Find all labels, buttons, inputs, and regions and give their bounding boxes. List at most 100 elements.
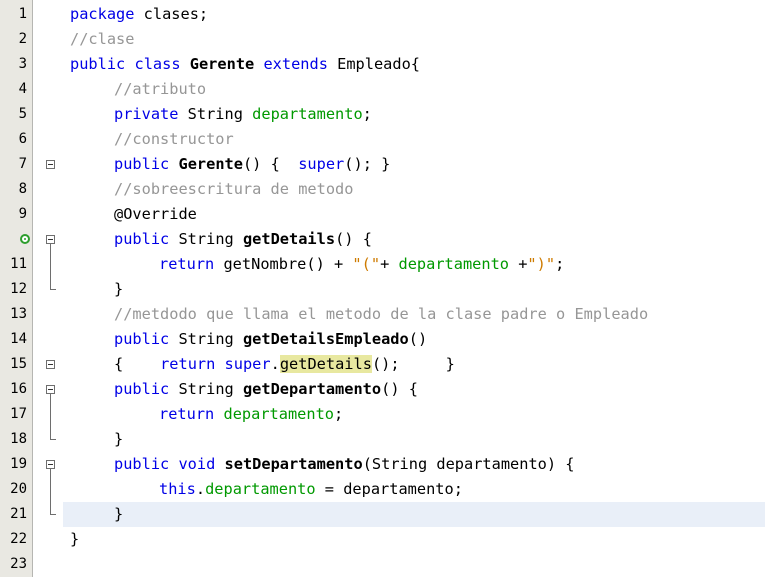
code-token: clases;	[134, 5, 209, 23]
code-line-11: return getNombre() + "("+ departamento +…	[63, 252, 765, 277]
code-token: +	[509, 255, 528, 273]
code-token: .	[270, 355, 280, 373]
fold-end-marker	[50, 439, 56, 440]
comment-token: //sobreescritura de metodo	[114, 180, 354, 198]
code-token: ;	[362, 105, 372, 123]
code-token: = departamento;	[315, 480, 463, 498]
comment-token: //clase	[70, 30, 135, 48]
line-number: 13	[10, 306, 27, 322]
code-area[interactable]: package clases; //clase public class Ger…	[63, 0, 765, 577]
annotation-token: @Override	[114, 205, 197, 223]
code-line-7: public Gerente() { super(); }	[63, 152, 765, 177]
code-token: (); }	[344, 155, 391, 173]
line-number: 12	[10, 281, 27, 297]
fold-minus-icon[interactable]	[46, 460, 55, 469]
code-token: () {	[335, 230, 372, 248]
field-token: departamento	[252, 105, 363, 123]
fold-guide	[50, 394, 51, 439]
line-number: 1	[18, 6, 27, 22]
keyword-token: public	[114, 455, 170, 473]
fold-minus-icon[interactable]	[46, 360, 55, 369]
field-token: departamento	[223, 405, 334, 423]
code-token: }	[70, 530, 80, 548]
code-token: () {	[381, 380, 418, 398]
keyword-token: return	[159, 405, 215, 423]
code-token: Empleado{	[327, 55, 421, 73]
code-line-18: }	[63, 427, 765, 452]
code-line-5: private String departamento;	[63, 102, 765, 127]
line-number: 23	[10, 556, 27, 572]
comment-token: //atributo	[114, 80, 207, 98]
code-line-1: package clases;	[63, 2, 765, 27]
code-editor[interactable]: 1 2 3 4 5 6 7 8 9 10 11 12 13 14 15 16 1…	[0, 0, 765, 577]
code-line-13: //metdodo que llama el metodo de la clas…	[63, 302, 765, 327]
line-number: 19	[10, 456, 27, 472]
line-number: 7	[18, 156, 27, 172]
code-token: String	[169, 230, 243, 248]
code-line-6: //constructor	[63, 127, 765, 152]
string-token: "("	[352, 255, 381, 273]
fold-minus-icon[interactable]	[46, 385, 55, 394]
code-line-15: { return super.getDetails(); }	[63, 352, 765, 377]
keyword-token: public	[114, 330, 170, 348]
fold-minus-icon[interactable]	[46, 160, 55, 169]
class-name-token: Gerente	[189, 55, 255, 73]
code-token: +	[380, 255, 399, 273]
code-token: getNombre() +	[214, 255, 353, 273]
code-line-19: public void setDepartamento(String depar…	[63, 452, 765, 477]
line-number: 21	[10, 506, 27, 522]
keyword-token: this	[159, 480, 196, 498]
keyword-token: return	[160, 355, 216, 373]
fold-guide	[50, 469, 51, 514]
line-number: 20	[10, 481, 27, 497]
fold-guide	[50, 244, 51, 289]
method-name-token: setDepartamento	[224, 455, 363, 473]
highlighted-token: getDetails	[279, 355, 372, 373]
line-number: 14	[10, 331, 27, 347]
code-line-10: public String getDetails() {	[63, 227, 765, 252]
line-number: 6	[18, 131, 27, 147]
keyword-token: class	[134, 55, 181, 73]
code-line-9: @Override	[63, 202, 765, 227]
code-line-21-current[interactable]: }	[63, 502, 765, 527]
keyword-token: return	[159, 255, 215, 273]
code-token: }	[114, 280, 124, 298]
line-number: 9	[18, 206, 27, 222]
keyword-token: void	[169, 455, 225, 473]
code-line-2: //clase	[63, 27, 765, 52]
comment-token: //metdodo que llama el metodo de la clas…	[114, 305, 649, 323]
code-line-4: //atributo	[63, 77, 765, 102]
code-token: String	[169, 330, 243, 348]
code-line-20: this.departamento = departamento;	[63, 477, 765, 502]
comment-token: //constructor	[114, 130, 234, 148]
code-token: }	[114, 505, 124, 523]
keyword-token: public	[70, 55, 126, 73]
line-number-gutter[interactable]: 1 2 3 4 5 6 7 8 9 10 11 12 13 14 15 16 1…	[0, 0, 33, 577]
line-number: 4	[18, 81, 27, 97]
code-line-14: public String getDetailsEmpleado()	[63, 327, 765, 352]
fold-minus-icon[interactable]	[46, 235, 55, 244]
field-token: departamento	[398, 255, 509, 273]
string-token: ")"	[527, 255, 556, 273]
keyword-token: public	[114, 230, 170, 248]
line-number: 22	[10, 531, 27, 547]
code-line-12: }	[63, 277, 765, 302]
keyword-token: public	[114, 155, 170, 173]
code-line-22: }	[63, 527, 765, 552]
method-name-token: Gerente	[178, 155, 243, 173]
override-marker-icon[interactable]	[20, 234, 30, 244]
method-name-token: getDetails	[242, 230, 336, 248]
line-number: 8	[18, 181, 27, 197]
line-number: 17	[10, 406, 27, 422]
code-token: String	[169, 380, 243, 398]
code-token: .	[195, 480, 206, 498]
keyword-token: package	[70, 5, 135, 23]
code-line-16: public String getDepartamento() {	[63, 377, 765, 402]
code-line-8: //sobreescritura de metodo	[63, 177, 765, 202]
code-line-3: public class Gerente extends Empleado{	[63, 52, 765, 77]
keyword-token: super	[298, 155, 345, 173]
line-number: 18	[10, 431, 27, 447]
fold-end-marker	[50, 289, 56, 290]
